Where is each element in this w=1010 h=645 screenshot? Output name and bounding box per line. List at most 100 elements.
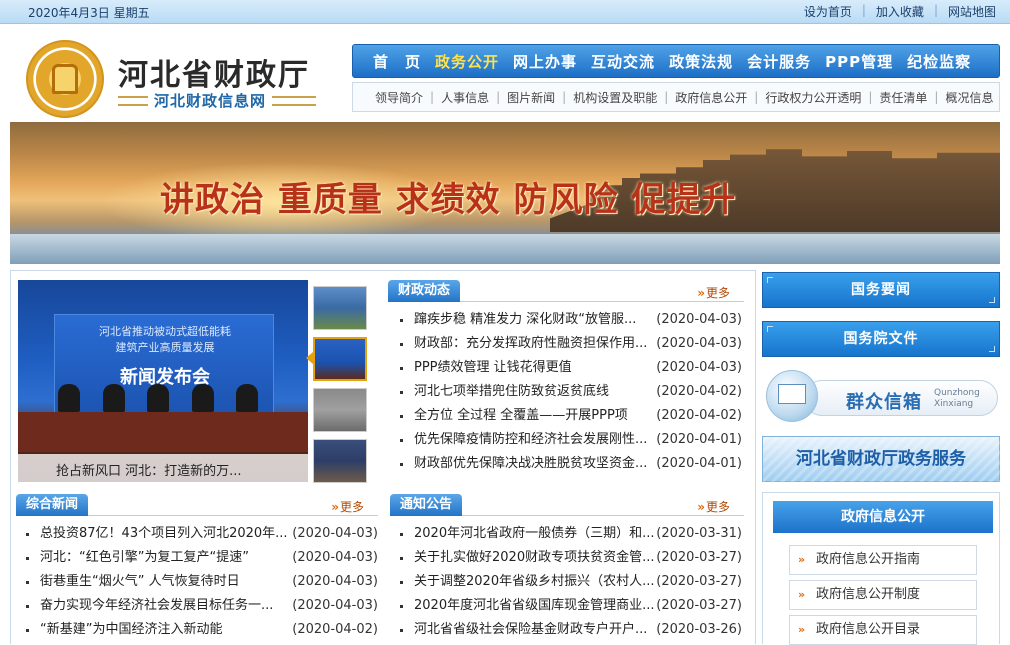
state-affairs-button[interactable]: 国务要闻 [762,272,1000,308]
public-mailbox-button[interactable]: 群众信箱 Qunzhong Xinxiang [762,366,1000,428]
thumb-pointer-icon [306,352,313,364]
notices-list: 2020年河北省政府一般债券（三期）和... (2020-03-31) 关于扎实做… [400,522,742,642]
thumbnail-3[interactable] [313,388,367,432]
notices-tab[interactable]: 通知公告 [390,494,463,516]
notices-more[interactable]: » 更多 [697,498,730,515]
double-chevron-icon: » [798,623,805,636]
double-chevron-icon: » [331,500,339,514]
list-item[interactable]: 优先保障疫情防控和经济社会发展刚性... (2020-04-01) [400,428,742,452]
general-news-tab[interactable]: 综合新闻 [16,494,89,516]
finance-news-header: 财政动态 » 更多 [388,280,744,302]
list-item[interactable]: 2020年河北省政府一般债券（三期）和... (2020-03-31) [400,522,742,546]
add-favorite-link[interactable]: 加入收藏 [876,3,924,20]
finance-news-more[interactable]: » 更多 [697,284,730,301]
gov-service-label: 河北省财政厅政务服务 [796,449,966,469]
thumbnail-1[interactable] [313,286,367,330]
state-council-docs-button[interactable]: 国务院文件 [762,321,1000,357]
list-item[interactable]: 河北七项举措兜住防致贫返贫底线 (2020-04-02) [400,380,742,404]
list-item[interactable]: 关于调整2020年省级乡村振兴（农村人... (2020-03-27) [400,570,742,594]
state-affairs-label: 国务要闻 [851,282,911,298]
notices-header: 通知公告 » 更多 [390,494,744,516]
current-date: 2020年4月3日 星期五 [28,6,150,20]
gov-info-open-box: 政府信息公开 » 政府信息公开指南 » 政府信息公开制度 » 政府信息公开目录 [762,492,1000,645]
nav-ppp[interactable]: PPP管理 [825,51,893,72]
nav-interaction[interactable]: 互动交流 [591,51,655,72]
subnav-leaders[interactable]: 领导简介 [375,89,423,106]
nav-accounting[interactable]: 会计服务 [747,51,811,72]
list-item[interactable]: 奋力实现今年经济社会发展目标任务一... (2020-04-03) [26,594,378,618]
banner-slogan: 讲政治 重质量 求绩效 防风险 促提升 [160,180,737,220]
main-nav: 首 页 政务公开 网上办事 互动交流 政策法规 会计服务 PPP管理 纪检监察 [352,44,1000,78]
corner-decor [767,326,773,332]
nav-policies[interactable]: 政策法规 [669,51,733,72]
gov-info-system-link[interactable]: » 政府信息公开制度 [789,580,977,610]
nav-discipline[interactable]: 纪检监察 [907,51,971,72]
board-line2: 建筑产业高质量发展 [115,341,215,354]
top-links: 设为首页 | 加入收藏 | 网站地图 [804,3,996,20]
list-item[interactable]: 河北省省级社会保险基金财政专户开户... (2020-03-26) [400,618,742,642]
divider: | [430,90,435,104]
sitemap-link[interactable]: 网站地图 [948,3,996,20]
double-chevron-icon: » [798,588,805,601]
banner-ice-sea [10,234,1000,264]
corner-decor [989,346,995,352]
site-subtitle: 河北财政信息网 [148,90,273,111]
subnav-photo-news[interactable]: 图片新闻 [507,89,555,106]
list-item[interactable]: 蹿疾步稳 精准发力 深化财政“放管服... (2020-04-03) [400,308,742,332]
list-item[interactable]: 街巷重生“烟火气” 人气恢复待时日 (2020-04-03) [26,570,378,594]
photo-thumbnails [313,286,369,490]
list-item[interactable]: 总投资87亿！43个项目列入河北2020年... (2020-04-03) [26,522,378,546]
gov-service-button[interactable]: 河北省财政厅政务服务 [762,436,1001,483]
divider: | [861,3,866,17]
gov-info-catalog-link[interactable]: » 政府信息公开目录 [789,615,977,645]
list-item[interactable]: 全方位 全过程 全覆盖——开展PPP项 (2020-04-02) [400,404,742,428]
board-line1: 河北省推动被动式超低能耗 [99,325,231,338]
mailbox-label: 群众信箱 [846,392,922,413]
divider: | [664,90,669,104]
sub-nav: 领导简介 | 人事信息 | 图片新闻 | 机构设置及职能 | 政府信息公开 | 行政权力公… [352,82,1000,112]
divider: | [496,90,501,104]
site-subtitle-block: 河北财政信息网 [118,90,316,112]
site-title[interactable]: 河北省财政厅 [118,50,310,94]
list-item[interactable]: 2020年度河北省省级国库现金管理商业... (2020-03-27) [400,594,742,618]
list-item[interactable]: “新基建”为中国经济注入新动能 (2020-04-02) [26,618,378,642]
set-homepage-link[interactable]: 设为首页 [804,3,852,20]
thumbnail-4[interactable] [313,439,367,483]
divider: | [754,90,759,104]
gov-info-guide-link[interactable]: » 政府信息公开指南 [789,545,977,575]
list-item[interactable]: 河北：“红色引擎”为复工复产“提速” (2020-04-03) [26,546,378,570]
speaker [147,384,169,412]
speaker [191,384,214,412]
double-chevron-icon: » [798,553,805,566]
seal-emblem-icon [52,64,78,94]
nav-home[interactable]: 首 页 [373,51,421,72]
subnav-overview[interactable]: 概况信息 [945,89,993,106]
speaker [236,384,258,412]
speaker [102,384,125,412]
general-news-more[interactable]: » 更多 [331,498,364,515]
list-item[interactable]: PPP绩效管理 让钱花得更值 (2020-04-03) [400,356,742,380]
nav-government-affairs[interactable]: 政务公开 [435,51,499,72]
subnav-personnel[interactable]: 人事信息 [441,89,489,106]
general-news-list: 总投资87亿！43个项目列入河北2020年... (2020-04-03) 河北：… [26,522,378,642]
divider: | [934,90,939,104]
photo-caption[interactable]: 抢占新风口 河北：打造新的万... [18,454,308,482]
list-item[interactable]: 关于扎实做好2020财政专项扶贫资金管... (2020-03-27) [400,546,742,570]
list-item[interactable]: 财政部优先保障决战决胜脱贫攻坚资金... (2020-04-01) [400,452,742,476]
nav-online-services[interactable]: 网上办事 [513,51,577,72]
top-bar: 2020年4月3日 星期五 设为首页 | 加入收藏 | 网站地图 [0,0,1010,24]
gov-info-open-title[interactable]: 政府信息公开 [773,501,993,533]
department-seal-logo[interactable] [26,40,104,118]
finance-news-tab[interactable]: 财政动态 [388,280,461,302]
photo-news-slide[interactable]: 河北省推动被动式超低能耗 建筑产业高质量发展 新闻发布会 抢占新风口 河北：打造… [18,280,308,482]
subnav-info-disclosure[interactable]: 政府信息公开 [675,89,747,106]
subnav-admin-power[interactable]: 行政权力公开透明 [765,89,861,106]
finance-news-list: 蹿疾步稳 精准发力 深化财政“放管服... (2020-04-03) 财政部：充分… [400,308,742,476]
subnav-organization[interactable]: 机构设置及职能 [573,89,657,106]
envelope-icon [778,384,806,404]
divider: | [562,90,567,104]
subnav-responsibility[interactable]: 责任清单 [879,89,927,106]
list-item[interactable]: 财政部：充分发挥政府性融资担保作用... (2020-04-03) [400,332,742,356]
thumbnail-2[interactable] [313,337,367,381]
double-chevron-icon: » [697,286,705,300]
